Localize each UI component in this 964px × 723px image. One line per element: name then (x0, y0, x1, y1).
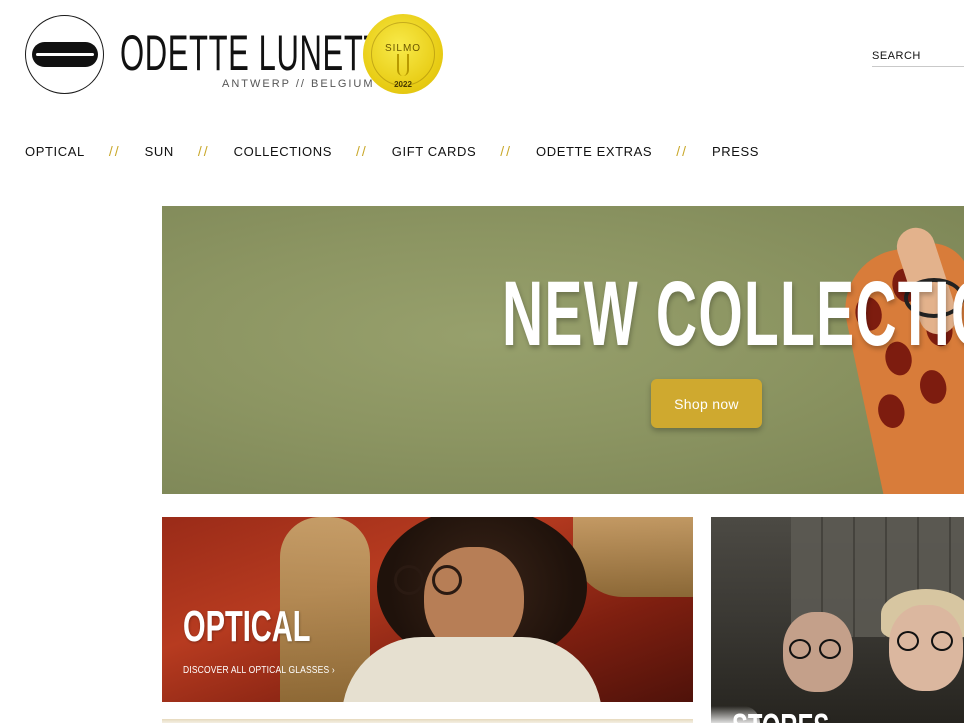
logo-glasses-mark (32, 42, 98, 67)
main-navigation: OPTICAL // SUN // COLLECTIONS // GIFT CA… (25, 142, 759, 160)
nav-item-optical[interactable]: OPTICAL (25, 144, 85, 159)
search-box (872, 45, 964, 67)
nav-separator: // (676, 143, 688, 159)
round-glasses-icon (789, 639, 845, 659)
nav-separator: // (355, 143, 368, 159)
round-glasses-icon (394, 565, 468, 595)
shop-now-button[interactable]: Shop now (651, 379, 762, 428)
trophy-icon (397, 54, 409, 76)
nav-separator: // (108, 143, 121, 159)
nav-item-sun[interactable]: SUN (145, 144, 174, 159)
tile-sofa-frame (573, 517, 693, 597)
round-glasses-icon (897, 631, 957, 653)
discover-optical-link[interactable]: DISCOVER ALL OPTICAL GLASSES › (183, 665, 335, 676)
search-input[interactable] (872, 45, 964, 66)
hero-title: NEW COLLECTION (502, 263, 964, 365)
nav-item-collections[interactable]: COLLECTIONS (234, 144, 332, 159)
nav-item-press[interactable]: PRESS (712, 144, 759, 159)
nav-item-gift-cards[interactable]: GIFT CARDS (392, 144, 477, 159)
optical-tile[interactable]: OPTICAL DISCOVER ALL OPTICAL GLASSES › (162, 517, 693, 702)
hero-banner[interactable]: NEW COLLECTION Shop now (162, 206, 964, 494)
nav-separator: // (500, 143, 513, 159)
stores-tile[interactable]: STORES (711, 517, 964, 723)
optical-tile-title: OPTICAL (183, 602, 311, 651)
silmo-award-badge: SILMO 2022 (363, 14, 443, 94)
nav-item-odette-extras[interactable]: ODETTE EXTRAS (536, 144, 652, 159)
bottom-fade-overlay (60, 706, 760, 723)
model-body (342, 637, 602, 702)
nav-separator: // (197, 143, 210, 159)
badge-label: SILMO (384, 43, 422, 54)
logo-icon[interactable] (25, 15, 104, 94)
badge-year: 2022 (394, 80, 412, 89)
brand-location: ANTWERP // BELGIUM (222, 78, 375, 90)
